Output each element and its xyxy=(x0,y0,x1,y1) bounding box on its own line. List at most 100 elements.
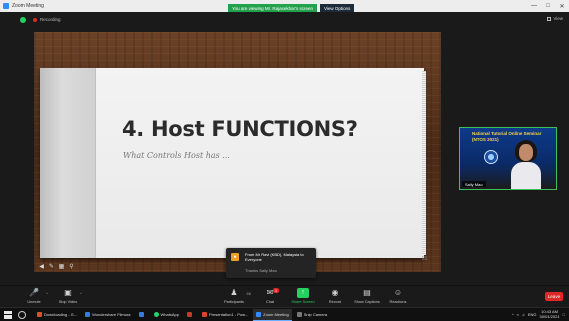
browser-icon xyxy=(37,311,42,317)
minimize-icon[interactable]: — xyxy=(527,0,541,12)
taskbar-item-powerpoint[interactable]: Presentation1 - Pow... xyxy=(199,309,251,321)
wifi-icon[interactable]: ≈ xyxy=(517,312,519,317)
show-captions-label: Show Captions xyxy=(354,300,380,304)
captions-icon: ▤ xyxy=(363,288,371,297)
taskbar-item-filmora[interactable]: Wondershare Filmora xyxy=(82,309,133,321)
taskbar-item-label: Snip Camera xyxy=(303,311,328,317)
slide-page-number: 15 xyxy=(421,256,427,262)
window-controls: — □ ✕ xyxy=(527,0,569,12)
recording-icon xyxy=(33,18,37,22)
windows-taskbar: Downloading - G... Wondershare Filmora W… xyxy=(0,307,569,321)
share-screen-label: Share Screen xyxy=(291,300,315,304)
slide-subtitle: What Controls Host has ... xyxy=(123,151,230,160)
stop-video-button[interactable]: ▣ ^ Stop Video xyxy=(50,288,86,304)
camera-icon xyxy=(296,311,302,317)
view-label: View xyxy=(553,16,563,21)
clock-date: 30/01/2021 xyxy=(539,313,560,319)
view-button[interactable]: View xyxy=(547,16,563,21)
chevron-up-icon[interactable]: ^ xyxy=(512,312,514,317)
reactions-label: Reactions xyxy=(389,300,407,304)
participant-person xyxy=(511,140,541,189)
participants-label: Participants xyxy=(224,300,244,304)
pen-icon[interactable]: ✎ xyxy=(48,263,55,270)
clock[interactable]: 10:43 AM 30/01/2021 xyxy=(539,309,560,319)
chat-button[interactable]: ✉ 1 Chat xyxy=(252,288,288,304)
filmora-icon xyxy=(85,311,91,317)
grid-view-icon xyxy=(547,16,552,21)
shared-screen: 4. Host FUNCTIONS? What Controls Host ha… xyxy=(34,32,441,272)
share-screen-button[interactable]: ↑ Share Screen xyxy=(285,288,321,304)
mic-muted-icon: 🎤 xyxy=(29,288,39,297)
view-options-button[interactable]: View Options xyxy=(319,4,355,12)
taskbar-item-snip[interactable]: Snip Camera xyxy=(294,309,330,321)
app-icon xyxy=(186,311,192,317)
slide-title: 4. Host FUNCTIONS? xyxy=(122,117,358,141)
book-left-page xyxy=(40,68,96,258)
windows-start-icon[interactable] xyxy=(4,310,12,319)
reactions-icon: ☺ xyxy=(393,288,403,297)
language-indicator[interactable]: ENG xyxy=(528,312,537,317)
taskbar-item-app2[interactable] xyxy=(184,309,197,321)
record-icon: ◉ xyxy=(331,288,339,297)
record-button[interactable]: ◉ Record xyxy=(317,288,353,304)
unmute-label: Unmute xyxy=(27,300,41,304)
participant-face xyxy=(519,144,533,161)
participant-video[interactable]: National Tutorial Online Seminar (NTOS 2… xyxy=(459,127,557,190)
taskbar-item-label: WhatsApp xyxy=(160,311,179,317)
zoom-icon xyxy=(256,311,262,317)
chevron-up-icon[interactable]: ^ xyxy=(80,291,82,296)
book-slide xyxy=(40,68,426,258)
close-icon[interactable]: ✕ xyxy=(555,0,569,12)
chevron-up-icon[interactable]: ^ xyxy=(46,291,48,296)
stop-video-label: Stop Video xyxy=(58,300,78,304)
reactions-button[interactable]: ☺ Reactions xyxy=(380,288,416,304)
taskbar-item-whatsapp[interactable]: WhatsApp xyxy=(151,309,182,321)
leave-button[interactable]: Leave xyxy=(545,292,563,301)
zoom-app-icon xyxy=(3,3,9,9)
seminar-emblem-icon xyxy=(484,150,498,164)
book-right-page xyxy=(96,68,424,258)
slides-grid-icon[interactable]: ▦ xyxy=(58,263,65,270)
powerpoint-icon xyxy=(201,311,207,317)
taskbar-items: Downloading - G... Wondershare Filmora W… xyxy=(34,308,330,321)
book-page-edges xyxy=(422,71,426,255)
taskbar-item-app[interactable] xyxy=(136,309,149,321)
chat-message: Thanks Sally Mao xyxy=(245,268,277,273)
taskbar-item-label: Zoom Meeting xyxy=(263,311,289,317)
meeting-toolbar: 🎤 ^ Unmute ▣ ^ Stop Video ♟ 66 Participa… xyxy=(0,285,569,307)
record-label: Record xyxy=(328,300,342,304)
taskbar-item-zoom[interactable]: Zoom Meeting xyxy=(253,308,292,321)
chat-sender: From Mr Ravi (KBD), Malaysia to Everyone xyxy=(245,252,304,262)
search-icon[interactable] xyxy=(18,310,26,319)
chat-notification[interactable]: ● From Mr Ravi (KBD), Malaysia to Everyo… xyxy=(226,248,316,278)
video-icon: ▣ xyxy=(64,288,72,297)
whatsapp-icon xyxy=(153,311,159,317)
participants-button[interactable]: ♟ 66 Participants xyxy=(216,288,252,304)
encryption-shield-icon[interactable] xyxy=(20,17,26,23)
volume-icon[interactable]: ♫ xyxy=(522,312,525,317)
chat-label: Chat xyxy=(265,300,275,304)
taskbar-item-label: Presentation1 - Pow... xyxy=(208,311,249,317)
zoom-slide-icon[interactable]: ⚲ xyxy=(68,263,75,270)
unmute-button[interactable]: 🎤 ^ Unmute xyxy=(16,288,52,304)
window-title: Zoom Meeting xyxy=(12,3,44,9)
participants-icon: ♟ xyxy=(230,288,238,297)
share-banner: You are viewing Mr. Rajasekhar's screen … xyxy=(228,4,355,12)
taskbar-item-label: Wondershare Filmora xyxy=(92,311,131,317)
app-icon xyxy=(138,311,144,317)
meeting-header: Recording View xyxy=(0,12,569,28)
maximize-icon[interactable]: □ xyxy=(541,0,555,12)
slideshow-tools: ◀ ✎ ▦ ⚲ xyxy=(38,263,75,270)
share-screen-icon: ↑ xyxy=(297,288,309,298)
previous-slide-icon[interactable]: ◀ xyxy=(38,263,45,270)
notifications-icon[interactable]: □ xyxy=(563,312,565,317)
taskbar-item-downloading[interactable]: Downloading - G... xyxy=(34,309,80,321)
chat-avatar: ● xyxy=(231,253,239,261)
taskbar-item-label: Downloading - G... xyxy=(44,311,78,317)
system-tray: ^ ≈ ♫ ENG 10:43 AM 30/01/2021 □ xyxy=(512,309,569,319)
chat-unread-badge: 1 xyxy=(273,288,279,293)
participants-count: 66 xyxy=(246,291,251,296)
participant-body xyxy=(511,162,541,189)
share-banner-text: You are viewing Mr. Rajasekhar's screen xyxy=(228,4,317,12)
recording-label: Recording xyxy=(40,17,61,22)
